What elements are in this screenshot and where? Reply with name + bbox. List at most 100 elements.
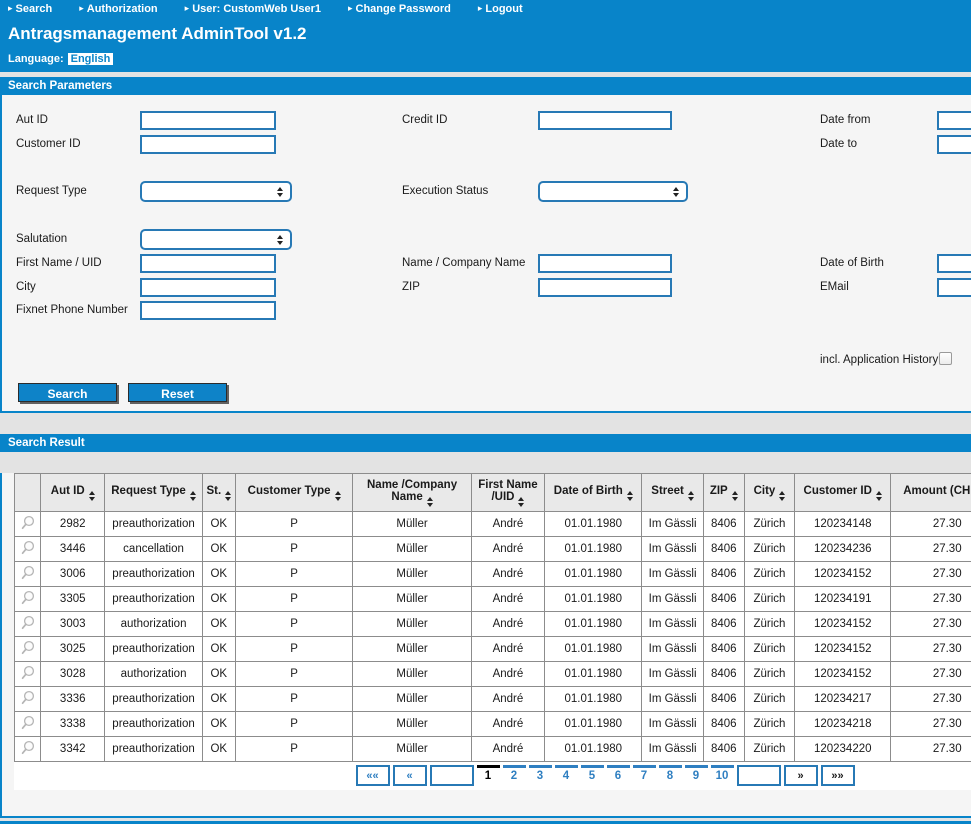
table-cell: Im Gässli: [642, 562, 703, 587]
row-detail-button[interactable]: [20, 590, 36, 606]
page-link-10[interactable]: 10: [711, 765, 734, 782]
column-header-street[interactable]: Street: [642, 474, 703, 512]
table-cell: P: [235, 537, 352, 562]
column-header-request-type[interactable]: Request Type: [105, 474, 202, 512]
column-header-city[interactable]: City: [744, 474, 794, 512]
table-cell: 27.30: [891, 737, 971, 762]
city-input[interactable]: [140, 278, 276, 297]
row-detail-button[interactable]: [20, 565, 36, 581]
row-detail-button[interactable]: [20, 640, 36, 656]
customer-id-label: Customer ID: [16, 138, 81, 150]
table-cell: P: [235, 687, 352, 712]
incl-application-history-checkbox[interactable]: [939, 352, 952, 365]
sort-icon: [427, 497, 433, 507]
page-jump-input-2[interactable]: [737, 765, 781, 786]
table-cell: Müller: [353, 612, 471, 637]
name-company-input[interactable]: [538, 254, 672, 273]
page-jump-input[interactable]: [430, 765, 474, 786]
result-table-clip: Aut IDRequest Type St. Customer Type Name /…: [14, 473, 971, 790]
row-detail-button[interactable]: [20, 615, 36, 631]
table-row: 3342preauthorizationOKPMüllerAndré01.01.…: [15, 737, 971, 762]
triangle-bullet-icon: ▸: [79, 3, 84, 13]
table-cell: André: [471, 587, 544, 612]
nav-user[interactable]: ▸User: CustomWeb User1: [185, 3, 321, 15]
row-detail-button[interactable]: [20, 740, 36, 756]
table-cell: Zürich: [744, 662, 794, 687]
row-detail-button[interactable]: [20, 515, 36, 531]
first-page-button[interactable]: ««: [356, 765, 390, 786]
table-cell: Müller: [353, 537, 471, 562]
language-english-link[interactable]: English: [68, 53, 114, 65]
next-page-button[interactable]: »: [784, 765, 818, 786]
table-cell: Müller: [353, 712, 471, 737]
search-button[interactable]: Search: [18, 383, 117, 402]
search-result-section: Search Result Aut IDRequest TypeSt.Custo…: [0, 434, 971, 818]
row-detail-button[interactable]: [20, 715, 36, 731]
first-name-uid-input[interactable]: [140, 254, 276, 273]
column-header-customer-id[interactable]: Customer ID: [795, 474, 891, 512]
column-header-aut-id[interactable]: Aut ID: [41, 474, 105, 512]
nav-change-password[interactable]: ▸Change Password: [348, 3, 451, 15]
row-detail-button[interactable]: [20, 690, 36, 706]
table-cell: 27.30: [891, 512, 971, 537]
email-input[interactable]: [937, 278, 971, 297]
fixnet-phone-input[interactable]: [140, 301, 276, 320]
date-to-input[interactable]: [937, 135, 971, 154]
column-label: Name /Company Name: [367, 479, 457, 503]
row-detail-cell: [15, 537, 41, 562]
table-cell: Zürich: [744, 537, 794, 562]
table-cell: 8406: [703, 562, 744, 587]
salutation-select[interactable]: [140, 229, 292, 250]
nav-logout[interactable]: ▸Logout: [478, 3, 523, 15]
column-header-amount-chf[interactable]: Amount (CHF): [891, 474, 971, 512]
prev-page-button[interactable]: «: [393, 765, 427, 786]
table-cell: 27.30: [891, 612, 971, 637]
nav-search[interactable]: ▸Search: [8, 3, 52, 15]
incl-application-history-label: incl. Application History: [820, 354, 938, 366]
search-result-body: Aut IDRequest Type St. Customer Type Name /…: [0, 473, 971, 818]
request-type-select[interactable]: [140, 181, 292, 202]
date-of-birth-label: Date of Birth: [820, 257, 884, 269]
table-row: 3336preauthorizationOKPMüllerAndré01.01.…: [15, 687, 971, 712]
date-from-input[interactable]: [937, 111, 971, 130]
last-page-button[interactable]: »»: [821, 765, 855, 786]
select-arrows-icon: [277, 235, 283, 245]
column-header-zip[interactable]: ZIP: [703, 474, 744, 512]
customer-id-input[interactable]: [140, 135, 276, 154]
select-arrows-icon: [673, 187, 679, 197]
current-page[interactable]: 1: [477, 765, 500, 782]
page-link-6[interactable]: 6: [607, 765, 630, 782]
page-link-2[interactable]: 2: [503, 765, 526, 782]
nav-authorization[interactable]: ▸Authorization: [79, 3, 157, 15]
table-cell: 8406: [703, 587, 744, 612]
table-cell: Zürich: [744, 637, 794, 662]
page-link-4[interactable]: 4: [555, 765, 578, 782]
credit-id-input[interactable]: [538, 111, 672, 130]
table-cell: 27.30: [891, 687, 971, 712]
page-link-3[interactable]: 3: [529, 765, 552, 782]
column-header-date-of-birth[interactable]: Date of Birth: [545, 474, 642, 512]
page-link-7[interactable]: 7: [633, 765, 656, 782]
table-cell: Im Gässli: [642, 512, 703, 537]
table-cell: 8406: [703, 737, 744, 762]
table-row: 2982preauthorizationOKPMüllerAndré01.01.…: [15, 512, 971, 537]
page-link-8[interactable]: 8: [659, 765, 682, 782]
column-header-name-company-name[interactable]: Name /Company Name: [353, 474, 471, 512]
row-detail-button[interactable]: [20, 665, 36, 681]
page-link-5[interactable]: 5: [581, 765, 604, 782]
row-detail-button[interactable]: [20, 540, 36, 556]
page-link-9[interactable]: 9: [685, 765, 708, 782]
execution-status-select[interactable]: [538, 181, 688, 202]
reset-button[interactable]: Reset: [128, 383, 227, 402]
column-label: St.: [206, 485, 221, 497]
aut-id-input[interactable]: [140, 111, 276, 130]
column-header-customer-type[interactable]: Customer Type: [235, 474, 352, 512]
table-cell: Müller: [353, 587, 471, 612]
detail-column-header: [15, 474, 41, 512]
column-label: Customer ID: [804, 485, 872, 497]
column-header-st[interactable]: St.: [202, 474, 235, 512]
date-of-birth-input[interactable]: [937, 254, 971, 273]
sort-icon: [732, 491, 738, 501]
column-header-first-name-uid[interactable]: First Name /UID: [471, 474, 544, 512]
zip-input[interactable]: [538, 278, 672, 297]
